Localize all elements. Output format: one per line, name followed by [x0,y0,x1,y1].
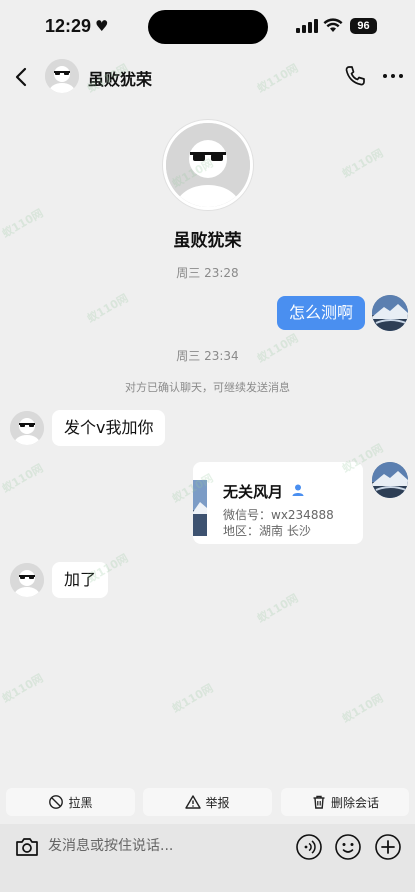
phone-icon[interactable] [343,64,367,88]
quick-actions: 拉黑 举报 删除会话 [0,780,415,824]
user-icon [292,484,304,496]
clock: 12:29 [45,16,92,36]
mountain-avatar-icon [372,295,408,331]
wifi-icon [323,18,343,32]
message-input[interactable] [48,838,268,854]
sunglasses-avatar-icon [10,563,44,597]
sunglasses-avatar-icon [45,59,79,93]
system-message: 对方已确认聊天，可继续发送消息 [125,381,290,394]
more-icon[interactable] [380,64,406,88]
dynamic-island [148,10,268,44]
voice-icon[interactable] [295,833,323,861]
emoji-icon[interactable] [334,833,362,861]
contact-avatar[interactable] [45,59,79,93]
message-bubble-sent[interactable]: 怎么测啊 [277,296,366,330]
plus-icon[interactable] [374,833,402,861]
delete-label: 删除会话 [330,795,379,810]
signal-icon [296,19,318,33]
sunglasses-avatar-icon [10,411,44,445]
watermark: 蚁110网 [340,146,386,181]
delete-conversation-button[interactable]: 删除会话 [281,788,409,816]
watermark: 蚁110网 [255,591,301,626]
message-bubble-received[interactable]: 发个v我加你 [52,410,166,446]
contact-name: 虽败犹荣 [88,70,153,89]
trash-icon [313,795,325,809]
block-label: 拉黑 [68,795,93,810]
contact-card[interactable]: 无关风月 微信号：wx234888 地区：湖南 长沙 [193,462,363,544]
watermark: 蚁110网 [340,691,386,726]
camera-icon[interactable] [14,835,40,859]
watermark: 蚁110网 [0,671,46,706]
my-avatar[interactable] [372,462,408,498]
watermark: 蚁110网 [85,291,131,326]
report-button[interactable]: 举报 [143,788,272,816]
card-region: 地区：湖南 长沙 [223,524,311,538]
chat-header: 虽败犹荣 [0,54,415,100]
block-button[interactable]: 拉黑 [6,788,135,816]
watermark: 蚁110网 [170,681,216,716]
timestamp: 周三 23:34 [176,349,239,363]
timestamp: 周三 23:28 [176,266,239,280]
contact-avatar[interactable] [10,411,44,445]
status-bar: 12:29 ♥ 96 [0,0,415,54]
my-avatar[interactable] [372,295,408,331]
battery-indicator: 96 [350,18,377,34]
card-wechat-id: 微信号：wx234888 [223,508,334,522]
report-label: 举报 [205,795,230,810]
card-photo [193,480,207,536]
heart-icon: ♥ [95,17,109,35]
message-bubble-received[interactable]: 加了 [52,562,109,598]
message-input-bar [0,824,415,892]
warning-icon [185,795,202,809]
contact-avatar[interactable] [10,563,44,597]
profile-avatar[interactable] [163,120,253,210]
sunglasses-avatar-icon [166,123,250,207]
back-icon[interactable] [8,60,36,94]
block-icon [49,795,64,809]
mountain-avatar-icon [372,462,408,498]
profile-name: 虽败犹荣 [173,231,242,251]
watermark: 蚁110网 [0,461,46,496]
card-name: 无关风月 [223,483,284,501]
